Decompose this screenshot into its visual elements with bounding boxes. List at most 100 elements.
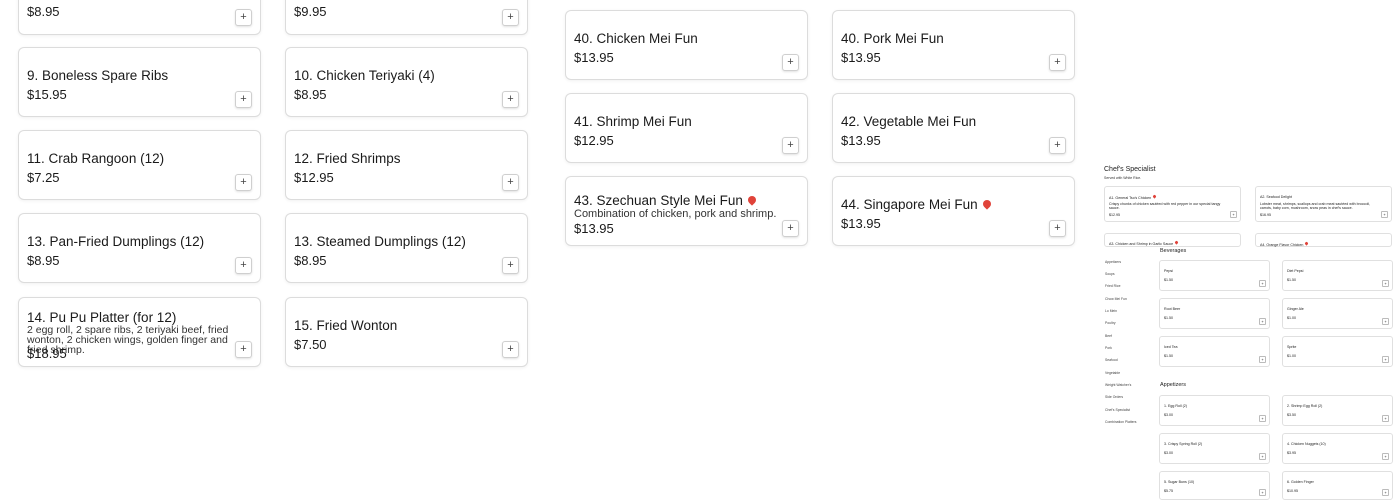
- preview-menu-card[interactable]: Pepsi $1.50 +: [1159, 260, 1270, 291]
- preview-menu-card[interactable]: Root Beer $1.50 +: [1159, 298, 1270, 329]
- add-to-cart-button[interactable]: +: [235, 91, 252, 108]
- add-to-cart-button[interactable]: +: [502, 341, 519, 358]
- add-to-cart-button[interactable]: +: [1382, 453, 1389, 460]
- preview-menu-card[interactable]: A2. Seafood Delight Lobster meat, shrimp…: [1255, 186, 1392, 222]
- sidebar-item[interactable]: Appetizers: [1105, 260, 1121, 264]
- sidebar-item[interactable]: Seafood: [1105, 358, 1118, 362]
- preview-menu-card[interactable]: A1. General Tso's Chicken Crispy chunks …: [1104, 186, 1241, 222]
- preview-item-price: $3.50: [1287, 413, 1296, 417]
- add-to-cart-button[interactable]: +: [782, 137, 799, 154]
- menu-item-card[interactable]: 13. Steamed Dumplings (12) $8.95 +: [285, 213, 528, 283]
- beverages-title: Beverages: [1160, 248, 1187, 254]
- menu-item-card[interactable]: 40. Chicken Mei Fun $13.95 +: [565, 10, 808, 80]
- preview-menu-card[interactable]: 4. Chicken Nuggets (10) $3.95 +: [1282, 433, 1393, 464]
- sidebar-item[interactable]: Chef's Specialist: [1105, 408, 1130, 412]
- menu-item-card[interactable]: 44. Singapore Mei Fun $13.95 +: [832, 176, 1075, 246]
- preview-item-price: $1.50: [1287, 278, 1296, 282]
- menu-item-card[interactable]: 42. Vegetable Mei Fun $13.95 +: [832, 93, 1075, 163]
- preview-item-price: $1.50: [1164, 278, 1173, 282]
- menu-item-card[interactable]: 14. Pu Pu Platter (for 12) 2 egg roll, 2…: [18, 297, 261, 367]
- preview-item-title: Pepsi: [1164, 269, 1173, 273]
- preview-item-title: Sprite: [1287, 345, 1297, 349]
- preview-item-title: Diet Pepsi: [1287, 269, 1304, 273]
- item-price: $13.95: [841, 133, 881, 148]
- add-to-cart-button[interactable]: +: [1382, 318, 1389, 325]
- add-to-cart-button[interactable]: +: [1381, 211, 1388, 218]
- preview-menu-card[interactable]: Iced Tea $1.50 +: [1159, 336, 1270, 367]
- add-to-cart-button[interactable]: +: [1259, 318, 1266, 325]
- add-to-cart-button[interactable]: +: [1049, 54, 1066, 71]
- add-to-cart-button[interactable]: +: [1259, 280, 1266, 287]
- sidebar-item[interactable]: Beef: [1105, 334, 1112, 338]
- menu-item-card[interactable]: 41. Shrimp Mei Fun $12.95 +: [565, 93, 808, 163]
- preview-item-title-text: A3. Chicken and Shrimp in Garlic Sauce: [1109, 242, 1174, 246]
- add-to-cart-button[interactable]: +: [502, 91, 519, 108]
- preview-menu-card[interactable]: Diet Pepsi $1.50 +: [1282, 260, 1393, 291]
- sidebar-item[interactable]: Fried Rice: [1105, 284, 1120, 288]
- item-price: $8.95: [294, 253, 327, 268]
- sidebar-item[interactable]: Side Orders: [1105, 395, 1123, 399]
- menu-item-card[interactable]: 43. Szechuan Style Mei Fun Combination o…: [565, 176, 808, 246]
- preview-menu-card[interactable]: 5. Sugar Buns (10) $5.75 +: [1159, 471, 1270, 500]
- add-to-cart-button[interactable]: +: [235, 257, 252, 274]
- sidebar-item[interactable]: Soups: [1105, 272, 1115, 276]
- sidebar-item[interactable]: Combination Platters: [1105, 420, 1136, 424]
- menu-item-card[interactable]: 12. Fried Shrimps $12.95 +: [285, 130, 528, 200]
- add-to-cart-button[interactable]: +: [1049, 137, 1066, 154]
- add-to-cart-button[interactable]: +: [782, 54, 799, 71]
- add-to-cart-button[interactable]: +: [1259, 415, 1266, 422]
- menu-item-card[interactable]: 11. Crab Rangoon (12) $7.25 +: [18, 130, 261, 200]
- add-to-cart-button[interactable]: +: [1382, 356, 1389, 363]
- preview-item-title: A3. Chicken and Shrimp in Garlic Sauce: [1109, 240, 1179, 246]
- preview-menu-card[interactable]: 3. Crispy Spring Roll (2) $3.00 +: [1159, 433, 1270, 464]
- add-to-cart-button[interactable]: +: [235, 9, 252, 26]
- add-to-cart-button[interactable]: +: [1259, 356, 1266, 363]
- add-to-cart-button[interactable]: +: [1259, 489, 1266, 496]
- preview-item-desc: Crispy chunks of chicken sautéed with re…: [1109, 202, 1221, 210]
- preview-menu-card[interactable]: Sprite $1.00 +: [1282, 336, 1393, 367]
- add-to-cart-button[interactable]: +: [782, 220, 799, 237]
- menu-item-card[interactable]: $8.95 +: [18, 0, 261, 35]
- item-title: 11. Crab Rangoon (12): [27, 151, 165, 166]
- item-title: 15. Fried Wonton: [294, 318, 398, 333]
- item-title: 14. Pu Pu Platter (for 12): [27, 310, 177, 325]
- add-to-cart-button[interactable]: +: [1382, 280, 1389, 287]
- menu-item-card[interactable]: 10. Chicken Teriyaki (4) $8.95 +: [285, 47, 528, 117]
- menu-item-card[interactable]: 15. Fried Wonton $7.50 +: [285, 297, 528, 367]
- add-to-cart-button[interactable]: +: [235, 341, 252, 358]
- menu-item-card[interactable]: 13. Pan-Fried Dumplings (12) $8.95 +: [18, 213, 261, 283]
- chef-specialist-subtitle: Served with White Rice.: [1104, 176, 1142, 180]
- preview-menu-card[interactable]: A3. Chicken and Shrimp in Garlic Sauce: [1104, 233, 1241, 247]
- preview-menu-card[interactable]: 2. Shrimp Egg Roll (2) $3.50 +: [1282, 395, 1393, 426]
- menu-item-card[interactable]: 40. Pork Mei Fun $13.95 +: [832, 10, 1075, 80]
- preview-menu-card[interactable]: A4. Orange Flavor Chicken: [1255, 233, 1392, 247]
- add-to-cart-button[interactable]: +: [1259, 453, 1266, 460]
- preview-menu-card[interactable]: 6. Golden Finger $10.95 +: [1282, 471, 1393, 500]
- sidebar-item[interactable]: Poultry: [1105, 321, 1116, 325]
- add-to-cart-button[interactable]: +: [1382, 489, 1389, 496]
- sidebar-item[interactable]: Weight Watcher's: [1105, 383, 1131, 387]
- menu-item-card[interactable]: $9.95 +: [285, 0, 528, 35]
- preview-item-title: A2. Seafood Delight: [1260, 195, 1292, 199]
- spicy-icon: [980, 198, 993, 210]
- add-to-cart-button[interactable]: +: [1382, 415, 1389, 422]
- item-price: $8.95: [294, 87, 327, 102]
- add-to-cart-button[interactable]: +: [1230, 211, 1237, 218]
- preview-item-title: A1. General Tso's Chicken: [1109, 194, 1157, 200]
- preview-item-desc: Lobster meat, shrimps, scallops and crab…: [1260, 202, 1371, 210]
- preview-menu-card[interactable]: 1. Egg Roll (2) $3.00 +: [1159, 395, 1270, 426]
- add-to-cart-button[interactable]: +: [502, 9, 519, 26]
- preview-item-title-text: A4. Orange Flavor Chicken: [1260, 243, 1304, 247]
- add-to-cart-button[interactable]: +: [502, 174, 519, 191]
- add-to-cart-button[interactable]: +: [1049, 220, 1066, 237]
- sidebar-item[interactable]: Chow Mei Fun: [1105, 297, 1127, 301]
- item-title: 9. Boneless Spare Ribs: [27, 68, 169, 83]
- menu-item-card[interactable]: 9. Boneless Spare Ribs $15.95 +: [18, 47, 261, 117]
- add-to-cart-button[interactable]: +: [235, 174, 252, 191]
- sidebar-item[interactable]: Vegetable: [1105, 371, 1120, 375]
- add-to-cart-button[interactable]: +: [502, 257, 519, 274]
- sidebar-item[interactable]: Lo Mein: [1105, 309, 1117, 313]
- preview-menu-card[interactable]: Ginger Ale $1.00 +: [1282, 298, 1393, 329]
- preview-item-price: $10.95: [1287, 489, 1298, 493]
- sidebar-item[interactable]: Pork: [1105, 346, 1112, 350]
